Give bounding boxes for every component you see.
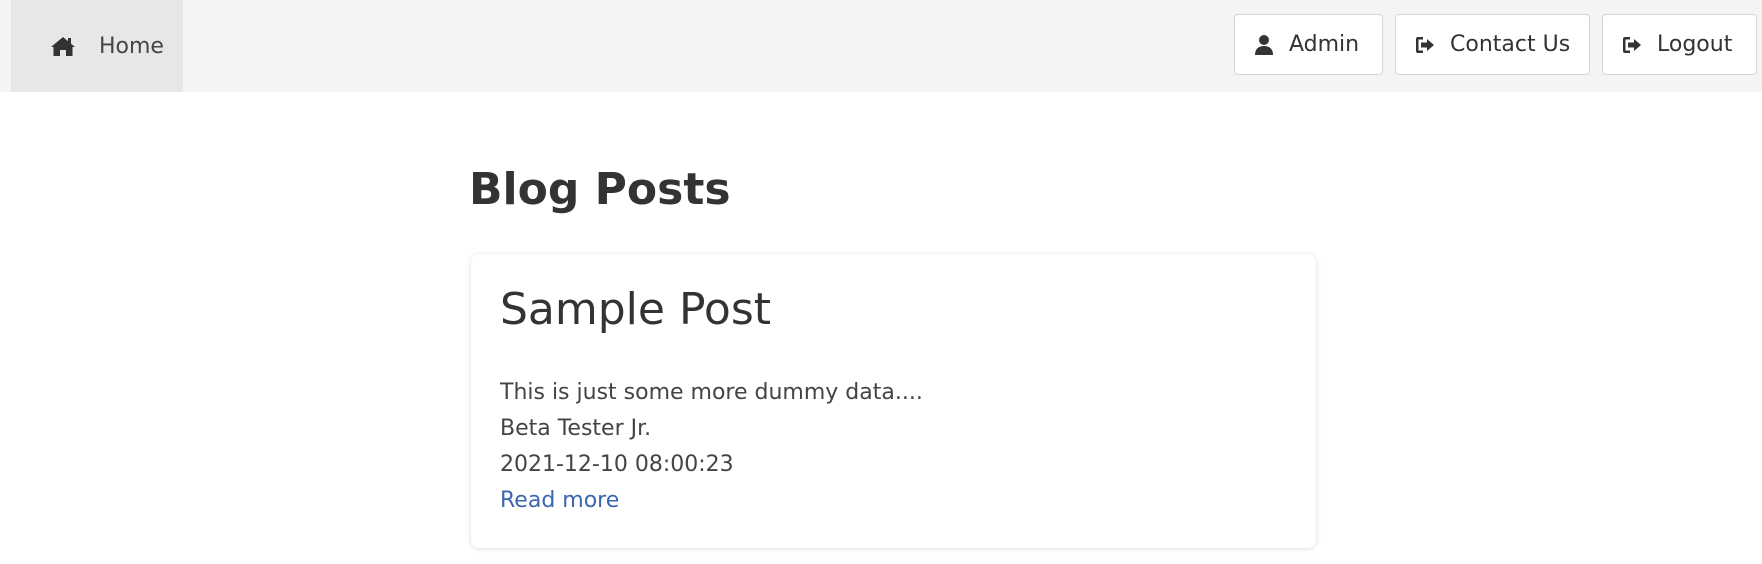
- sign-out-icon: [1416, 36, 1434, 53]
- post-card: Sample Post This is just some more dummy…: [471, 254, 1316, 548]
- logout-button-label: Logout: [1657, 32, 1733, 57]
- read-more-link[interactable]: Read more: [500, 488, 619, 514]
- sign-out-icon: [1623, 36, 1641, 53]
- post-excerpt: This is just some more dummy data....: [500, 380, 923, 405]
- home-icon: [51, 37, 75, 56]
- contact-us-button[interactable]: Contact Us: [1395, 14, 1590, 75]
- post-author: Beta Tester Jr.: [500, 416, 652, 441]
- admin-button-label: Admin: [1289, 32, 1360, 57]
- post-date: 2021-12-10 08:00:23: [500, 452, 734, 477]
- post-title: Sample Post: [500, 284, 772, 335]
- logout-button[interactable]: Logout: [1602, 14, 1757, 75]
- user-icon: [1255, 34, 1273, 55]
- admin-button[interactable]: Admin: [1234, 14, 1383, 75]
- nav-home-label: Home: [99, 33, 164, 59]
- nav-home-link[interactable]: Home: [11, 0, 183, 92]
- page-title: Blog Posts: [469, 164, 731, 215]
- top-navbar: Home Admin Contact Us Logout: [0, 0, 1762, 92]
- contact-us-button-label: Contact Us: [1450, 32, 1571, 57]
